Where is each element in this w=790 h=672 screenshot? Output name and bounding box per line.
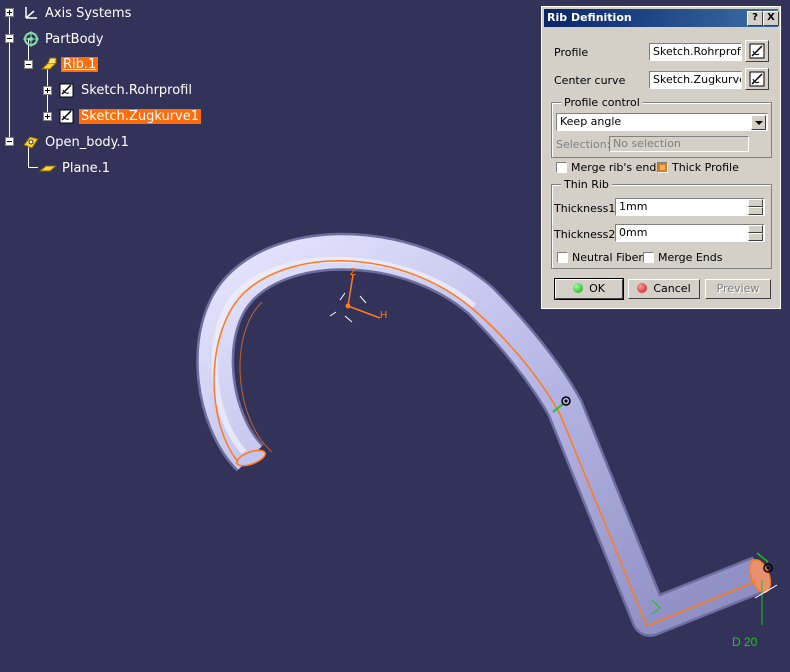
preview-button[interactable]: Preview: [705, 279, 771, 299]
spin-down-icon[interactable]: [748, 207, 763, 215]
tree-item-label: PartBody: [45, 31, 104, 47]
rib-definition-dialog: Rib Definition ? X Profile Sketch.Rohrpr…: [541, 6, 781, 309]
tree-item-label: Sketch.Rohrprofil: [81, 82, 192, 98]
tree-item-open-body[interactable]: Open_body.1: [22, 131, 131, 153]
axis-h-label: H: [380, 310, 387, 321]
thick-profile-checkbox[interactable]: [657, 162, 668, 173]
center-curve-label: Center curve: [554, 74, 626, 87]
tree-item-label: Plane.1: [62, 160, 111, 176]
help-button[interactable]: ?: [747, 11, 763, 26]
expand-toggle-icon[interactable]: [43, 112, 52, 121]
neutral-fiber-label: Neutral Fiber: [572, 251, 643, 264]
tree-item-sketch-zugkurve1[interactable]: Sketch.Zugkurve1: [58, 105, 202, 127]
checkmark-icon: [660, 165, 665, 170]
sketch-icon: [59, 109, 74, 124]
tree-item-label: Open_body.1: [45, 134, 129, 150]
dialog-title-bar[interactable]: Rib Definition: [544, 9, 778, 27]
cancel-label: Cancel: [653, 282, 691, 295]
axis-system-icon: [25, 7, 37, 19]
specification-tree: Axis Systems PartBody Rib.1 Sketch.Rohrp…: [0, 0, 260, 190]
ok-icon: [573, 283, 584, 293]
profile-control-value: Keep angle: [560, 115, 622, 128]
tree-item-plane[interactable]: Plane.1: [39, 157, 112, 179]
collapse-toggle-icon[interactable]: [5, 34, 14, 43]
tree-line: [28, 167, 38, 168]
merge-ribs-ends-label: Merge rib's ends: [571, 161, 663, 174]
preview-label: Preview: [716, 282, 760, 295]
thin-rib-label: Thin Rib: [561, 178, 612, 191]
ok-button[interactable]: OK: [554, 278, 624, 300]
dialog-title: Rib Definition: [547, 11, 632, 24]
spin-up-icon[interactable]: [748, 225, 763, 233]
tree-item-axis-systems[interactable]: Axis Systems: [22, 2, 133, 24]
axis-z-label: Z: [350, 267, 356, 278]
neutral-fiber-checkbox[interactable]: [557, 252, 568, 263]
sketch-icon: [59, 83, 74, 98]
merge-ribs-ends-checkbox[interactable]: [556, 162, 567, 173]
profile-label: Profile: [554, 46, 589, 59]
merge-ends-checkbox[interactable]: [643, 252, 654, 263]
cancel-icon: [637, 283, 648, 293]
profile-field[interactable]: Sketch.Rohrprofil: [649, 43, 742, 61]
tree-item-sketch-rohrprofil[interactable]: Sketch.Rohrprofil: [58, 79, 194, 101]
thick-profile-label: Thick Profile: [672, 161, 739, 174]
tree-item-label: Axis Systems: [45, 5, 132, 21]
ok-label: OK: [589, 282, 605, 295]
sketch-center-curve-button[interactable]: [745, 68, 769, 90]
collapse-toggle-icon[interactable]: [5, 137, 14, 146]
profile-control-select[interactable]: Keep angle: [556, 113, 768, 131]
spin-down-icon[interactable]: [748, 233, 763, 241]
tree-item-label: Sketch.Zugkurve1: [79, 108, 202, 124]
tree-item-label: Rib.1: [61, 56, 99, 72]
selection-label: Selection:: [556, 138, 611, 151]
body-icon: [23, 31, 39, 47]
profile-control-label: Profile control: [561, 96, 643, 109]
open-body-icon: [23, 136, 39, 149]
sketch-profile-button[interactable]: [745, 40, 769, 62]
spin-up-icon[interactable]: [748, 199, 763, 207]
center-curve-field[interactable]: Sketch.Zugkurve1: [649, 71, 742, 89]
sketcher-icon: [749, 43, 765, 59]
merge-ends-label: Merge Ends: [658, 251, 723, 264]
close-button[interactable]: X: [763, 11, 779, 26]
thickness2-value: 0mm: [619, 226, 648, 239]
thickness2-label: Thickness2:: [554, 228, 620, 241]
expand-toggle-icon[interactable]: [43, 86, 52, 95]
expand-toggle-icon[interactable]: [5, 8, 14, 17]
tree-item-partbody[interactable]: PartBody: [22, 28, 105, 50]
thickness2-field[interactable]: 0mm: [615, 224, 765, 242]
selection-field[interactable]: No selection: [609, 136, 749, 152]
chevron-down-icon[interactable]: [751, 115, 766, 130]
collapse-toggle-icon[interactable]: [24, 60, 33, 69]
sketcher-icon: [749, 71, 765, 87]
thickness1-value: 1mm: [619, 200, 648, 213]
dimension-label[interactable]: D 20: [732, 635, 758, 649]
cancel-button[interactable]: Cancel: [628, 279, 700, 299]
thickness1-label: Thickness1:: [554, 202, 620, 215]
tree-line: [9, 12, 10, 140]
axis-triad-icon: [329, 274, 381, 323]
rib-icon: [40, 57, 58, 70]
tree-item-rib[interactable]: Rib.1: [40, 53, 99, 75]
thickness1-field[interactable]: 1mm: [615, 198, 765, 216]
plane-icon: [39, 165, 57, 172]
